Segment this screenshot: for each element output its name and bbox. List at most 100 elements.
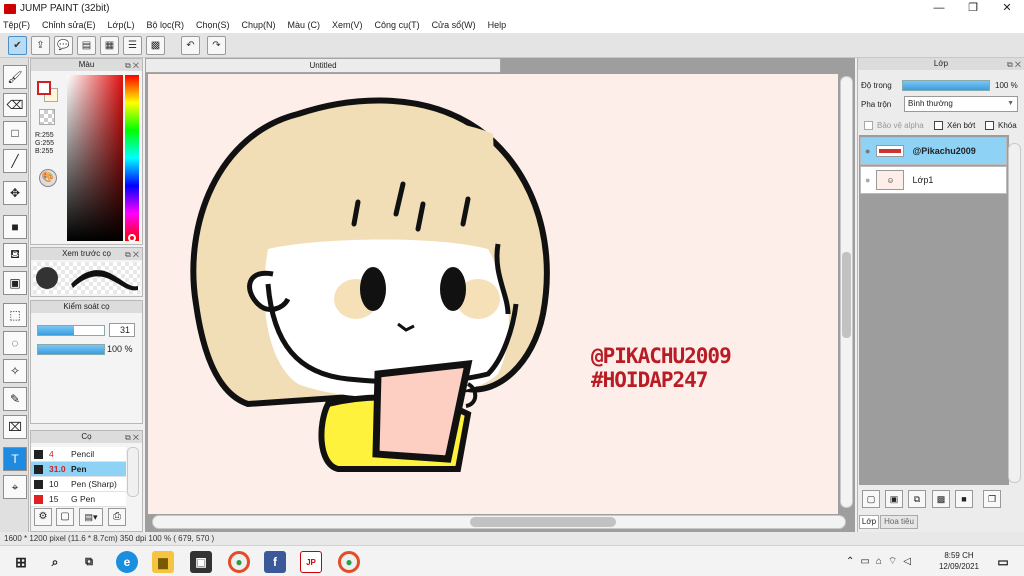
select-pen-tool-icon[interactable]: ✎: [3, 387, 27, 411]
brush-list-scrollbar[interactable]: [127, 447, 139, 497]
copy-layer-icon[interactable]: ⧉: [908, 490, 926, 508]
saturation-value-picker[interactable]: [67, 75, 123, 241]
new-brush-icon[interactable]: ▢: [56, 508, 74, 526]
new-layer-folder-icon[interactable]: ▣: [885, 490, 903, 508]
magic-wand-tool-icon[interactable]: ✧: [3, 359, 27, 383]
brush-item-pencil[interactable]: 4 Pencil: [31, 447, 126, 462]
layer-row[interactable]: ● @Pikachu2009: [860, 137, 1007, 165]
layer-list-scrollbar[interactable]: [1008, 143, 1021, 483]
menu-window[interactable]: Cửa sổ(W): [432, 20, 476, 30]
window-title: JUMP PAINT (32bit): [20, 3, 110, 14]
document-icon[interactable]: ▦: [100, 36, 119, 55]
move-tool-icon[interactable]: ✥: [3, 181, 27, 205]
search-icon[interactable]: ⌕: [44, 551, 66, 573]
visibility-icon[interactable]: ●: [865, 146, 870, 156]
text-tool-icon[interactable]: T: [3, 447, 27, 471]
tab-layer[interactable]: Lớp: [859, 515, 879, 529]
brush-opacity-fill: [38, 345, 104, 354]
rgb-readout: R:255 G:255 B:255: [35, 132, 55, 155]
blend-mode-select[interactable]: Bình thường ▼: [904, 96, 1018, 112]
menu-layer[interactable]: Lớp(L): [108, 20, 135, 30]
lock-checkbox[interactable]: Khóa: [985, 121, 1017, 130]
layer-opacity-slider[interactable]: [902, 80, 990, 91]
message-icon[interactable]: ▤: [77, 36, 96, 55]
brush-settings-icon[interactable]: ⚙: [34, 508, 52, 526]
folder-icon[interactable]: ■: [955, 490, 973, 508]
undo-icon[interactable]: ↶: [181, 36, 200, 55]
vertical-scroll-thumb[interactable]: [842, 252, 851, 338]
share-icon[interactable]: ⇪: [31, 36, 50, 55]
brush-opacity-slider[interactable]: [37, 344, 105, 355]
drawing-canvas[interactable]: @PIKACHU2009 #HOIDAP247: [148, 74, 838, 514]
eraser-tool-icon[interactable]: ⌫: [3, 93, 27, 117]
menu-edit[interactable]: Chỉnh sửa(E): [42, 20, 96, 30]
duplicate-layer-icon[interactable]: ❐: [983, 490, 1001, 508]
windows-start-icon[interactable]: ⊞: [10, 551, 32, 573]
brush-item-g-pen[interactable]: 15 G Pen: [31, 492, 126, 507]
store-icon[interactable]: ▣: [190, 551, 212, 573]
tab-navigator[interactable]: Hoa tiêu: [880, 515, 918, 529]
menu-filter[interactable]: Bộ lọc(R): [146, 20, 184, 30]
comment-icon[interactable]: 💬: [54, 36, 73, 55]
brush-preview-area: [33, 262, 140, 294]
bucket-tool-icon[interactable]: ⛾: [3, 243, 27, 267]
sync-cloud-icon[interactable]: ✔: [8, 36, 27, 55]
fill-rect-tool-icon[interactable]: ■: [3, 215, 27, 239]
brush-tool-icon[interactable]: 🖌: [3, 65, 27, 89]
horizontal-scroll-thumb[interactable]: [470, 517, 616, 527]
visibility-icon[interactable]: ●: [865, 175, 870, 185]
facebook-icon[interactable]: f: [264, 551, 286, 573]
lasso-tool-icon[interactable]: ◌: [3, 331, 27, 355]
list-icon[interactable]: ☰: [123, 36, 142, 55]
menu-capture[interactable]: Chụp(N): [242, 20, 276, 30]
palette-icon[interactable]: 🎨: [39, 169, 57, 187]
close-button[interactable]: ✕: [990, 0, 1024, 17]
edge-browser-icon[interactable]: e: [116, 551, 138, 573]
file-explorer-icon[interactable]: ▆: [152, 551, 174, 573]
document-tab[interactable]: Untitled: [145, 58, 501, 73]
menu-select[interactable]: Chọn(S): [196, 20, 230, 30]
menu-view[interactable]: Xem(V): [332, 20, 363, 30]
chrome-profile-icon[interactable]: ●: [338, 551, 360, 573]
select-rect-tool-icon[interactable]: ⬚: [3, 303, 27, 327]
brush-menu-icon[interactable]: ▤▾: [79, 508, 103, 526]
menu-color[interactable]: Màu (C): [288, 20, 321, 30]
hue-slider[interactable]: [125, 75, 139, 241]
panel-window-icon[interactable]: ⧉ ✕: [125, 60, 139, 72]
minimize-button[interactable]: —: [922, 0, 956, 17]
brush-item-pen-sharp[interactable]: 10 Pen (Sharp): [31, 477, 126, 492]
brush-item-pen[interactable]: 31.0 Pen: [31, 462, 126, 477]
brush-size-field[interactable]: 31: [109, 323, 135, 337]
brush-export-icon[interactable]: ⎙: [108, 508, 126, 526]
jump-paint-taskbar-icon[interactable]: JP: [300, 551, 322, 573]
new-layer-icon[interactable]: ▢: [862, 490, 880, 508]
main-toolbar: ✔ ⇪ 💬 ▤ ▦ ☰ ▩ ↶ ↷: [0, 33, 1024, 58]
clip-checkbox[interactable]: Xén bớt: [934, 121, 975, 130]
system-tray-icons[interactable]: ⌃▭⌂⌔◁: [846, 555, 917, 568]
grid-check-icon[interactable]: ▩: [146, 36, 165, 55]
notification-icon[interactable]: ▭: [992, 551, 1014, 573]
foreground-color-swatch[interactable]: [37, 81, 51, 95]
panel-window-icon[interactable]: ⧉ ✕: [125, 249, 139, 261]
eyedropper-tool-icon[interactable]: ⌖: [3, 475, 27, 499]
panel-window-icon[interactable]: ⧉ ✕: [125, 432, 139, 444]
menu-tools[interactable]: Công cụ(T): [375, 20, 420, 30]
hue-handle[interactable]: [128, 234, 136, 242]
brush-size-slider[interactable]: [37, 325, 105, 336]
maximize-button[interactable]: ❐: [956, 0, 990, 17]
panel-window-icon[interactable]: ⧉ ✕: [1007, 59, 1021, 71]
line-tool-icon[interactable]: ╱: [3, 149, 27, 173]
chrome-icon[interactable]: ●: [228, 551, 250, 573]
transparent-color-swatch[interactable]: [39, 109, 55, 125]
gradient-tool-icon[interactable]: ▣: [3, 271, 27, 295]
menu-help[interactable]: Help: [488, 20, 507, 30]
menu-file[interactable]: Tệp(F): [3, 20, 30, 30]
select-eraser-tool-icon[interactable]: ⌧: [3, 415, 27, 439]
clock[interactable]: 8:59 CH 12/09/2021: [936, 550, 982, 572]
layer-row[interactable]: ● ☺ Lớp1: [860, 166, 1007, 194]
protect-alpha-checkbox[interactable]: Bảo vệ alpha: [864, 121, 924, 130]
redo-icon[interactable]: ↷: [207, 36, 226, 55]
screentone-layer-icon[interactable]: ▩: [932, 490, 950, 508]
task-view-icon[interactable]: ⧉: [78, 551, 100, 573]
rectangle-tool-icon[interactable]: □: [3, 121, 27, 145]
